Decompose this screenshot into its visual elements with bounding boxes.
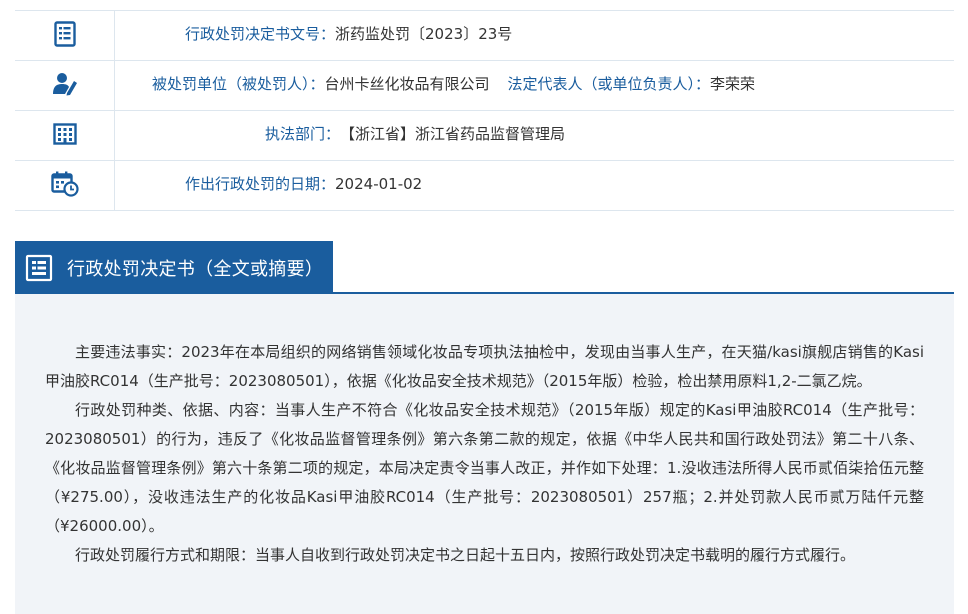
- building-icon: [52, 122, 77, 145]
- penalized-party-label: 被处罚单位（被处罚人）：: [152, 75, 325, 93]
- info-row-case-number: 行政处罚决定书文号： 浙药监处罚〔2023〕23号: [15, 11, 954, 61]
- decision-date-label: 作出行政处罚的日期：: [185, 175, 336, 193]
- document-list-icon: [53, 20, 76, 47]
- paragraph-penalty-content: 行政处罚种类、依据、内容：当事人生产不符合《化妆品安全技术规范》（2015年版）…: [45, 401, 924, 535]
- document-icon: [25, 254, 53, 282]
- legal-representative-label: 法定代表人（或单位负责人）：: [507, 75, 711, 93]
- decision-section-tab: 行政处罚决定书（全文或摘要）: [15, 241, 333, 294]
- section-title: 行政处罚决定书（全文或摘要）: [67, 258, 324, 280]
- paragraph-violation-facts: 主要违法事实：2023年在本局组织的网络销售领域化妆品专项执法抽检中，发现由当事…: [45, 343, 924, 390]
- info-row-enforcement-dept: 执法部门： 【浙江省】浙江省药品监督管理局: [15, 111, 954, 161]
- person-edit-icon: [52, 72, 78, 96]
- case-info-table: 行政处罚决定书文号： 浙药监处罚〔2023〕23号 被处罚单位（被处罚人）： 台州卡…: [15, 10, 954, 211]
- case-number-value: 浙药监处罚〔2023〕23号: [335, 25, 513, 43]
- case-number-label: 行政处罚决定书文号：: [185, 25, 336, 43]
- legal-representative-value: 李荣荣: [710, 75, 756, 93]
- decision-section-header: 行政处罚决定书（全文或摘要）: [15, 241, 954, 294]
- enforcement-dept-label: 执法部门：: [265, 125, 341, 143]
- decision-text-panel: 主要违法事实：2023年在本局组织的网络销售领域化妆品专项执法抽检中，发现由当事…: [15, 294, 954, 614]
- info-row-penalized-party: 被处罚单位（被处罚人）： 台州卡丝化妆品有限公司 法定代表人（或单位负责人）： 李荣荣: [15, 61, 954, 111]
- decision-date-value: 2024-01-02: [335, 174, 423, 193]
- paragraph-performance-method: 行政处罚履行方式和期限：当事人自收到行政处罚决定书之日起十五日内，按照行政处罚决…: [75, 546, 856, 564]
- enforcement-dept-value: 【浙江省】浙江省药品监督管理局: [340, 125, 566, 143]
- penalized-party-value: 台州卡丝化妆品有限公司: [324, 75, 490, 93]
- calendar-clock-icon: [50, 171, 79, 197]
- info-row-decision-date: 作出行政处罚的日期： 2024-01-02: [15, 161, 954, 211]
